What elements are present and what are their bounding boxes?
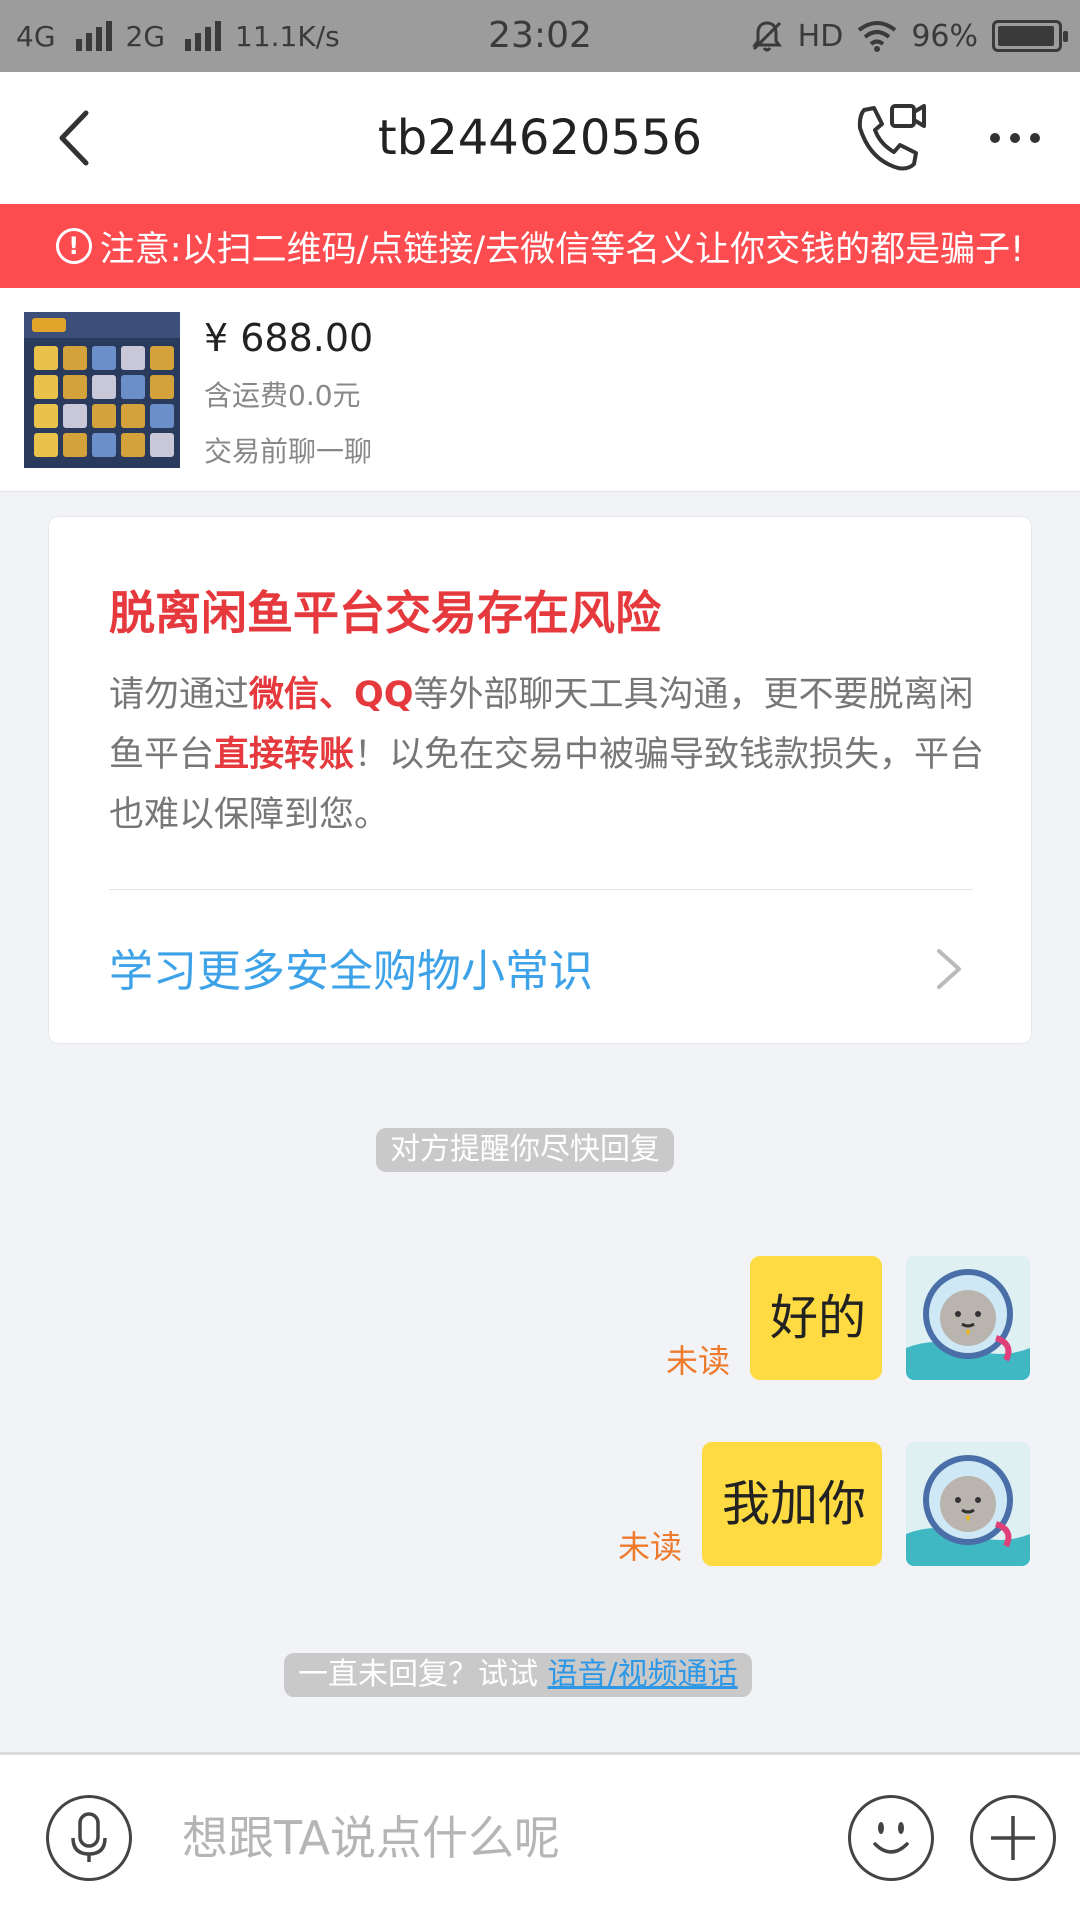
risk-highlight-transfer: 直接转账 bbox=[214, 735, 355, 775]
status-right: HD 96% bbox=[750, 0, 1068, 72]
call-suggestion-text: 一直未回复？试试 bbox=[298, 1657, 548, 1692]
avatar[interactable] bbox=[906, 1256, 1030, 1380]
trade-note: 交易前聊一聊 bbox=[204, 435, 373, 468]
fraud-warning-text: 注意:以扫二维码/点链接/去微信等名义让你交钱的都是骗子! bbox=[99, 229, 1025, 270]
voice-video-call-link[interactable]: 语音/视频通话 bbox=[548, 1657, 738, 1692]
avatar[interactable] bbox=[906, 1442, 1030, 1566]
risk-highlight-chat-tools: 微信、QQ bbox=[249, 675, 414, 715]
more-dot bbox=[1010, 133, 1020, 143]
more-options-button[interactable] bbox=[980, 102, 1050, 174]
more-dot bbox=[990, 133, 1000, 143]
product-thumbnail[interactable] bbox=[24, 312, 180, 468]
fraud-warning-banner: ! 注意:以扫二维码/点链接/去微信等名义让你交钱的都是骗子! bbox=[0, 204, 1080, 288]
product-card[interactable]: ¥ 688.00 含运费0.0元 交易前聊一聊 bbox=[0, 288, 1080, 492]
message-bubble[interactable]: 好的 bbox=[750, 1256, 882, 1380]
phone-video-icon bbox=[857, 104, 926, 171]
message-bubble[interactable]: 我加你 bbox=[702, 1442, 882, 1566]
message-input[interactable] bbox=[180, 1793, 820, 1883]
risk-title: 脱离闲鱼平台交易存在风险 bbox=[109, 586, 661, 640]
microphone-icon bbox=[71, 1812, 107, 1862]
battery-fill bbox=[998, 26, 1054, 46]
call-button[interactable] bbox=[850, 98, 930, 178]
wifi-icon bbox=[858, 21, 897, 52]
risk-body: 请勿通过微信、QQ等外部聊天工具沟通，更不要脱离闲鱼平台直接转账！以免在交易中被… bbox=[109, 665, 989, 845]
warning-icon: ! bbox=[55, 228, 92, 264]
hd-label: HD bbox=[797, 18, 844, 54]
thumbnail-top-bar bbox=[24, 312, 180, 338]
plus-icon bbox=[991, 1816, 1035, 1860]
chat-header: tb244620556 bbox=[0, 72, 1080, 204]
risk-body-text: 请勿通过 bbox=[109, 675, 250, 715]
product-price: ¥ 688.00 bbox=[204, 316, 374, 360]
unread-status: 未读 bbox=[618, 1528, 683, 1566]
battery-percent: 96% bbox=[911, 18, 978, 54]
smiley-icon bbox=[873, 1822, 909, 1854]
seal-avatar-icon bbox=[906, 1442, 1030, 1566]
thumbnail-item-grid bbox=[34, 346, 174, 457]
seal-avatar-icon bbox=[906, 1256, 1030, 1380]
safety-tips-label: 学习更多安全购物小常识 bbox=[109, 946, 593, 997]
add-attachment-button[interactable] bbox=[970, 1795, 1056, 1881]
reply-reminder-chip: 对方提醒你尽快回复 bbox=[376, 1128, 674, 1172]
status-bar: 4G 2G 11.1K/s 23:02 HD 96% bbox=[0, 0, 1080, 72]
risk-notice-card: 脱离闲鱼平台交易存在风险 请勿通过微信、QQ等外部聊天工具沟通，更不要脱离闲鱼平… bbox=[48, 516, 1032, 1044]
safety-tips-link[interactable]: 学习更多安全购物小常识 bbox=[109, 889, 973, 1045]
mute-bell-icon bbox=[751, 21, 782, 52]
chevron-right-icon bbox=[937, 949, 961, 989]
voice-input-button[interactable] bbox=[46, 1795, 132, 1881]
unread-status: 未读 bbox=[666, 1342, 731, 1380]
shipping-fee: 含运费0.0元 bbox=[204, 379, 361, 412]
message-input-bar bbox=[0, 1752, 1080, 1920]
call-suggestion-chip: 一直未回复？试试 语音/视频通话 bbox=[284, 1653, 752, 1697]
more-dot bbox=[1030, 133, 1040, 143]
emoji-button[interactable] bbox=[848, 1795, 934, 1881]
battery-icon bbox=[992, 20, 1068, 52]
